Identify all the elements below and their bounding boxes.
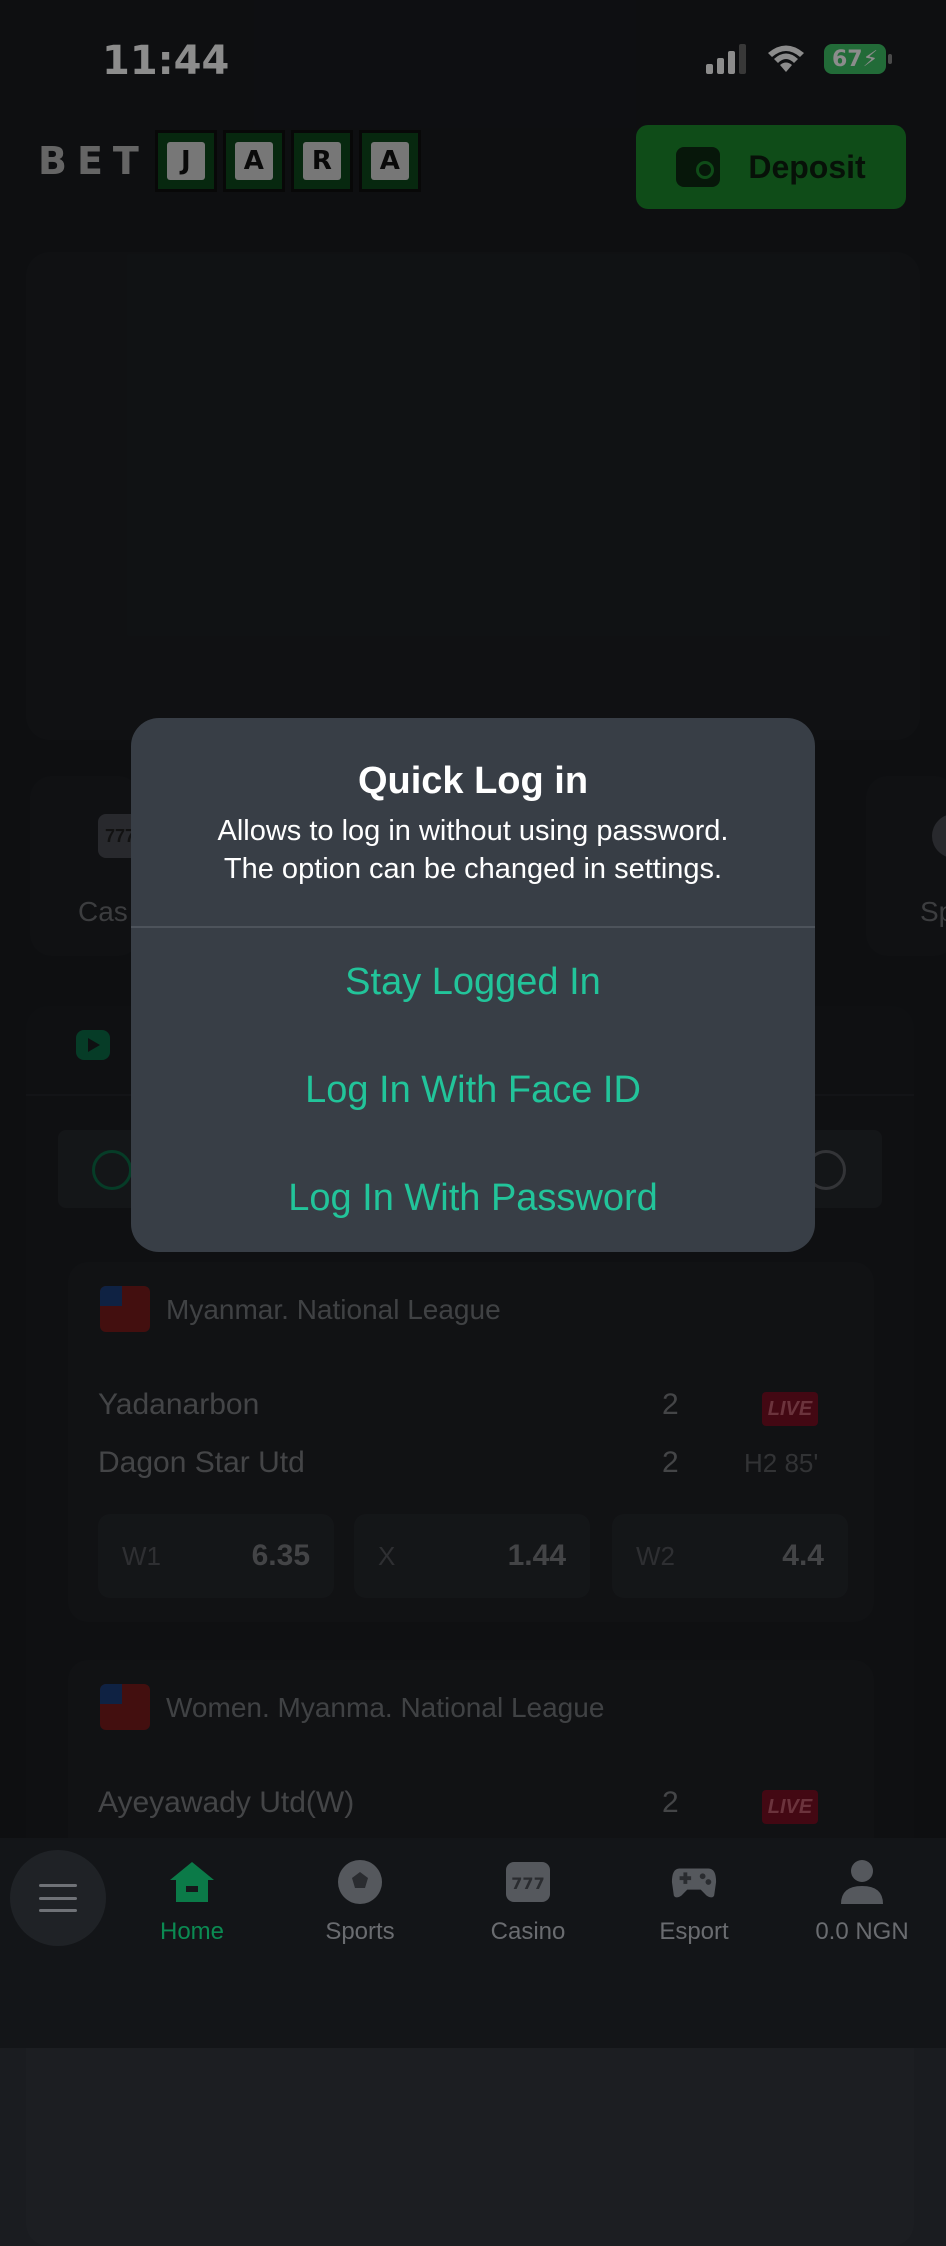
dialog-message-line: Allows to log in without using password. xyxy=(217,815,729,847)
stay-logged-in-button[interactable]: Stay Logged In xyxy=(131,928,815,1036)
nav-esport[interactable]: Esport xyxy=(624,1858,764,1946)
nav-label: 0.0 NGN xyxy=(815,1918,909,1945)
svg-text:777: 777 xyxy=(511,1874,544,1893)
nav-label: Home xyxy=(159,1918,225,1945)
slot-777-icon: 777 xyxy=(504,1858,552,1906)
nav-label: Esport xyxy=(659,1918,729,1945)
dialog-title: Quick Log in xyxy=(357,760,589,802)
home-icon xyxy=(168,1858,216,1906)
hamburger-icon xyxy=(39,1884,77,1912)
dialog-message: Allows to log in without using password.… xyxy=(161,812,785,888)
nav-label: Casino xyxy=(490,1918,566,1945)
nav-label: Sports xyxy=(325,1918,395,1945)
nav-casino[interactable]: 777 Casino xyxy=(458,1858,598,1946)
soccer-ball-icon xyxy=(336,1858,384,1906)
menu-button[interactable] xyxy=(10,1850,106,1946)
nav-sports[interactable]: Sports xyxy=(290,1858,430,1946)
nav-account[interactable]: 0.0 NGN xyxy=(792,1858,932,1946)
user-icon xyxy=(838,1858,886,1906)
face-id-login-button[interactable]: Log In With Face ID xyxy=(131,1036,815,1144)
password-login-button[interactable]: Log In With Password xyxy=(131,1144,815,1252)
dialog-message-line: The option can be changed in settings. xyxy=(223,853,723,885)
gamepad-icon xyxy=(670,1858,718,1906)
quick-login-dialog: Quick Log in Allows to log in without us… xyxy=(131,718,815,1252)
nav-home[interactable]: Home xyxy=(122,1858,262,1946)
